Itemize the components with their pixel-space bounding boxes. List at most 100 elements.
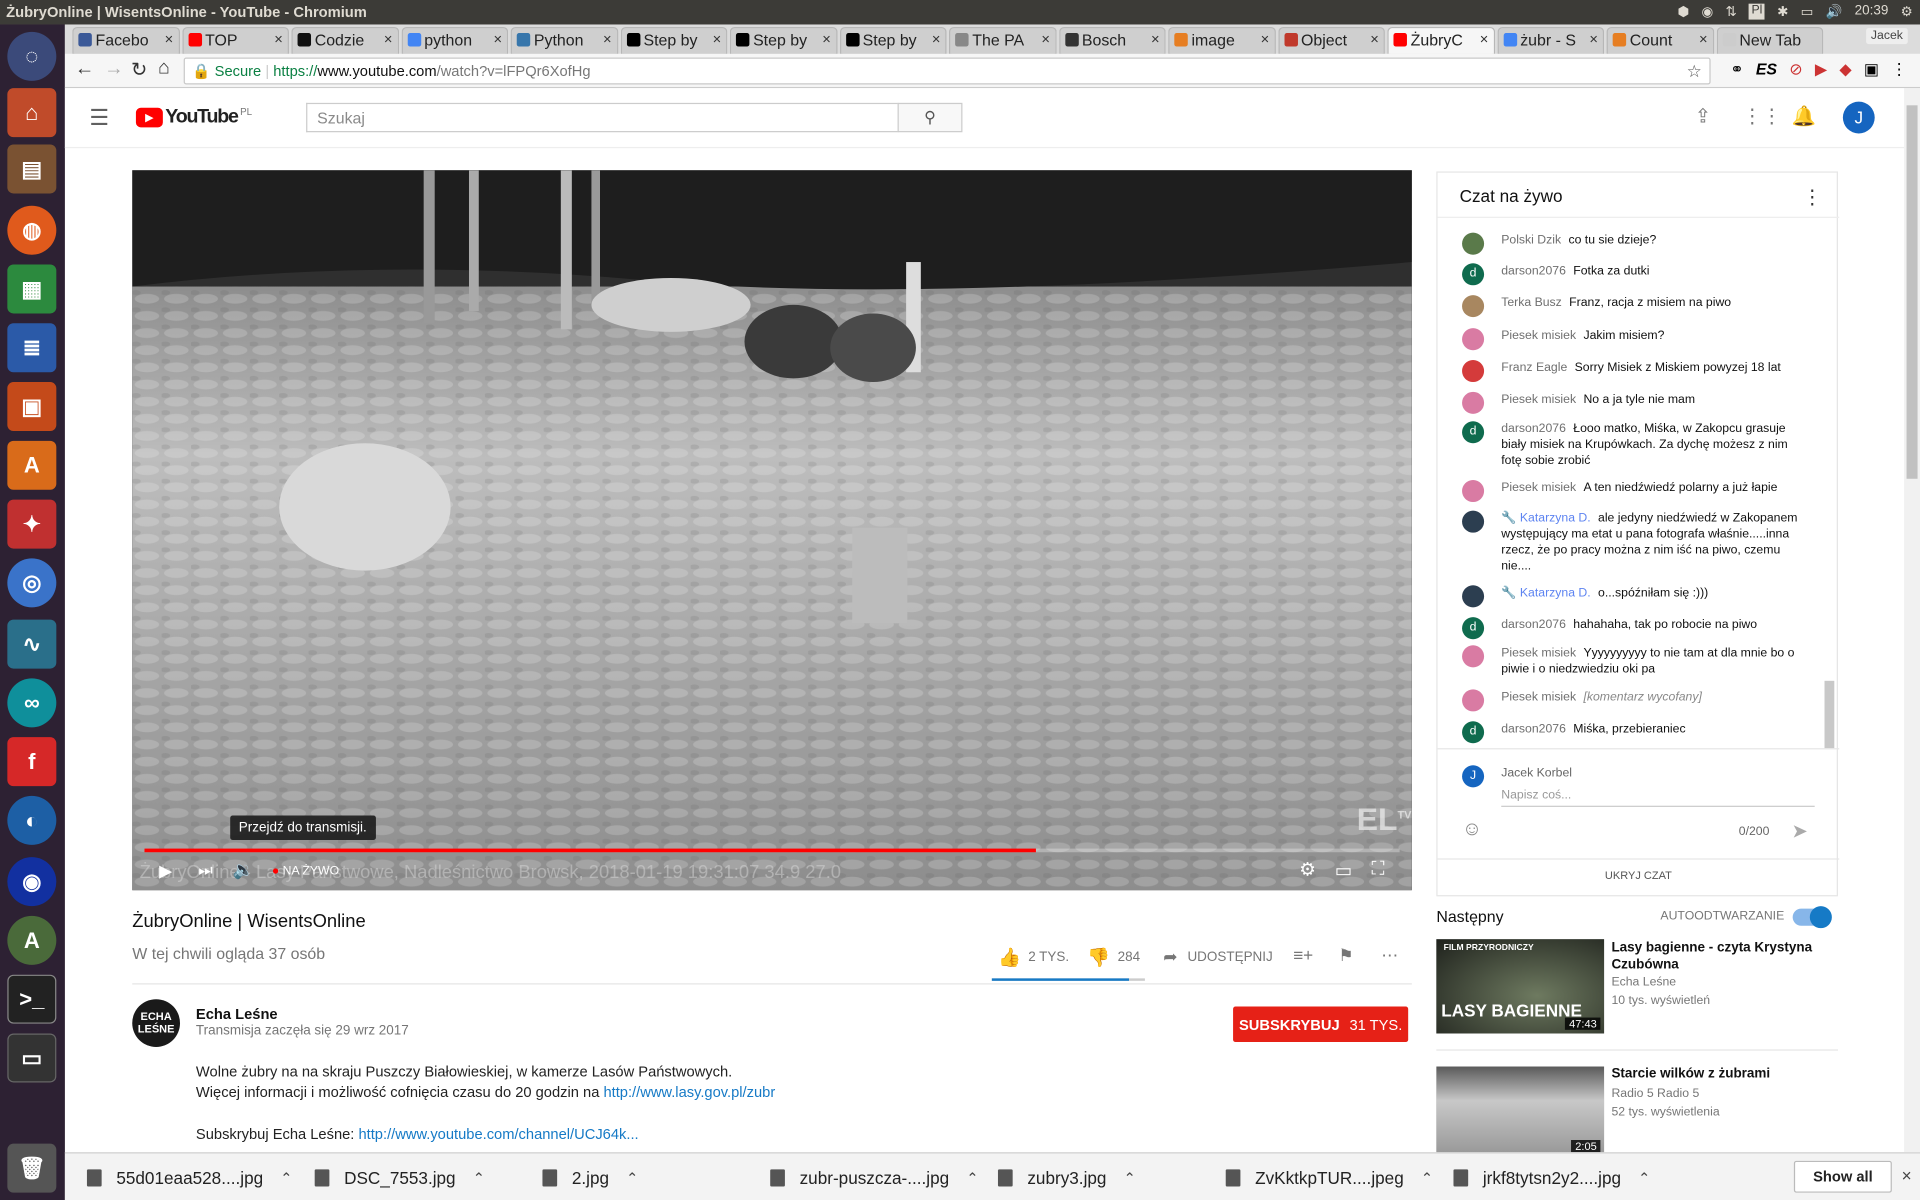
menu-dots-icon[interactable]: ⋮: [1891, 60, 1907, 80]
download-item[interactable]: 2.jpg ⌃: [542, 1153, 638, 1200]
tab[interactable]: Python ×: [510, 26, 618, 54]
extension-red-icon[interactable]: ◆: [1839, 60, 1851, 80]
download-item[interactable]: zubr-puszcza-....jpg ⌃: [770, 1153, 979, 1200]
chat-author[interactable]: Piesek misiek: [1501, 329, 1576, 342]
software-updater-icon[interactable]: A: [7, 915, 57, 965]
extension-youtube-icon[interactable]: ▶: [1815, 60, 1827, 80]
tab[interactable]: ŻubryC ×: [1387, 26, 1495, 54]
page-scrollbar-thumb[interactable]: [1906, 105, 1918, 479]
power-gear-icon[interactable]: ⚙: [1901, 4, 1913, 20]
chat-author[interactable]: Piesek misiek: [1501, 647, 1576, 660]
terminal-icon[interactable]: >_: [7, 974, 57, 1024]
next-video-channel-1[interactable]: Echa Leśne: [1611, 976, 1676, 989]
tab[interactable]: Count ×: [1606, 26, 1714, 54]
tab[interactable]: python ×: [401, 26, 509, 54]
libreoffice-writer-icon[interactable]: ≣: [7, 323, 57, 373]
progress-bar[interactable]: [144, 848, 1400, 853]
like-button[interactable]: 👍 2 TYS.: [998, 947, 1069, 969]
channel-name[interactable]: Echa Leśne: [196, 1005, 278, 1022]
channel-avatar[interactable]: ECHA LEŚNE: [132, 999, 181, 1047]
tab[interactable]: Step by ×: [839, 26, 947, 54]
tab[interactable]: Facebo ×: [72, 26, 180, 54]
address-bar[interactable]: 🔒 Secure | https://www.youtube.com/watch…: [183, 57, 1711, 85]
trash-icon[interactable]: 🗑: [7, 1143, 57, 1193]
tab[interactable]: image ×: [1168, 26, 1276, 54]
tab-close-icon[interactable]: ×: [1261, 31, 1270, 48]
play-icon[interactable]: ▶: [159, 861, 172, 882]
live-badge[interactable]: ● NA ŻYWO: [272, 864, 339, 877]
volume-icon[interactable]: 🔊: [1826, 4, 1843, 20]
download-item[interactable]: 55d01eaa528....jpg ⌃: [86, 1153, 293, 1200]
battery-icon[interactable]: ▭: [1801, 4, 1814, 20]
download-menu-chevron-icon[interactable]: ⌃: [1421, 1169, 1433, 1186]
upload-icon[interactable]: ⇪: [1695, 104, 1711, 128]
tab-close-icon[interactable]: ×: [1151, 31, 1160, 48]
next-video-channel-2[interactable]: Radio 5 Radio 5: [1611, 1087, 1699, 1100]
dislike-button[interactable]: 👎 284: [1087, 947, 1140, 969]
home-icon[interactable]: ⌂: [158, 58, 170, 80]
file-manager-icon[interactable]: ▤: [7, 144, 57, 194]
download-item[interactable]: ZvKktkpTUR....jpeg ⌃: [1225, 1153, 1433, 1200]
next-video-title-1[interactable]: Lasy bagienne - czyta Krystyna Czubówna: [1611, 939, 1831, 973]
software-center-icon[interactable]: A: [7, 440, 57, 490]
extension-1-icon[interactable]: ⚭: [1730, 60, 1743, 80]
extension-image-icon[interactable]: ▣: [1864, 60, 1879, 80]
system-monitor-icon[interactable]: ∿: [7, 619, 57, 669]
chat-author[interactable]: darson2076: [1501, 422, 1566, 435]
tab[interactable]: New Tab: [1716, 26, 1824, 54]
chat-input[interactable]: Napisz coś...: [1501, 789, 1815, 807]
tab-close-icon[interactable]: ×: [1480, 31, 1489, 48]
youtube-logo[interactable]: ▶ YouTube PL: [135, 106, 252, 129]
chat-author[interactable]: Piesek misiek: [1501, 481, 1576, 494]
hide-chat-button[interactable]: UKRYJ CZAT: [1438, 869, 1840, 881]
settings-gear-icon[interactable]: ⚙: [1299, 858, 1315, 881]
libreoffice-calc-icon[interactable]: ▦: [7, 264, 57, 314]
forward-icon[interactable]: →: [104, 59, 124, 81]
chat-author[interactable]: Franz Eagle: [1501, 361, 1567, 374]
network-arrows-icon[interactable]: ⇅: [1725, 4, 1736, 20]
extension-es-icon[interactable]: ES: [1756, 60, 1777, 80]
tab[interactable]: żubr - S ×: [1496, 26, 1605, 54]
chat-author[interactable]: Katarzyna D.: [1520, 512, 1591, 525]
page-scrollbar[interactable]: [1904, 88, 1920, 1153]
add-to-playlist-icon[interactable]: ≡+: [1293, 945, 1313, 965]
download-menu-chevron-icon[interactable]: ⌃: [966, 1169, 978, 1186]
tab[interactable]: Codzie ×: [291, 26, 399, 54]
chat-author[interactable]: Polski Dzik: [1501, 234, 1561, 247]
download-item[interactable]: jrkf8tytsn2y2....jpg ⌃: [1453, 1153, 1650, 1200]
chat-author[interactable]: Katarzyna D.: [1520, 587, 1591, 600]
download-menu-chevron-icon[interactable]: ⌃: [1638, 1169, 1650, 1186]
volume-icon[interactable]: 🔉: [233, 860, 254, 881]
share-button[interactable]: ➦ UDOSTĘPNIJ: [1163, 947, 1272, 968]
next-video-title-2[interactable]: Starcie wilków z żubrami: [1611, 1067, 1831, 1082]
files-home-icon[interactable]: ⌂: [7, 88, 57, 138]
tab[interactable]: The PA ×: [948, 26, 1057, 54]
lasy-link[interactable]: http://www.lasy.gov.pl/zubr: [603, 1084, 775, 1101]
dropbox-icon[interactable]: ⬢: [1677, 4, 1689, 20]
system-settings-icon[interactable]: ✦: [7, 499, 57, 549]
download-item[interactable]: DSC_7553.jpg ⌃: [314, 1153, 485, 1200]
chat-author[interactable]: Piesek misiek: [1501, 393, 1576, 406]
foxit-reader-icon[interactable]: f: [7, 737, 57, 787]
tab-close-icon[interactable]: ×: [493, 31, 502, 48]
bluetooth-icon[interactable]: ✱: [1777, 4, 1788, 20]
tab[interactable]: TOP ×: [181, 26, 289, 54]
reload-icon[interactable]: ↻: [131, 58, 147, 82]
tab-close-icon[interactable]: ×: [1589, 31, 1598, 48]
chat-author[interactable]: Piesek misiek: [1501, 691, 1576, 704]
bookmark-star-icon[interactable]: ☆: [1687, 61, 1702, 82]
emoji-icon[interactable]: ☺: [1462, 819, 1482, 841]
blender-icon[interactable]: ◐: [7, 795, 57, 845]
tab[interactable]: Step by ×: [620, 26, 728, 54]
tab-close-icon[interactable]: ×: [713, 31, 722, 48]
tab[interactable]: Bosch ×: [1058, 26, 1166, 54]
search-button[interactable]: ⚲: [897, 102, 963, 133]
firefox-icon[interactable]: ◍: [7, 205, 57, 255]
chat-author[interactable]: darson2076: [1501, 722, 1566, 735]
tab-close-icon[interactable]: ×: [274, 31, 283, 48]
tab-close-icon[interactable]: ×: [932, 31, 941, 48]
next-video-thumbnail-1[interactable]: FILM PRZYRODNICZY LASY BAGIENNE 47:43: [1436, 939, 1605, 1034]
tab[interactable]: Object ×: [1277, 26, 1385, 54]
video-player[interactable]: Przejdź do transmisji. ELTV ŻubryOnline …: [132, 170, 1412, 891]
back-icon[interactable]: ←: [75, 59, 95, 81]
